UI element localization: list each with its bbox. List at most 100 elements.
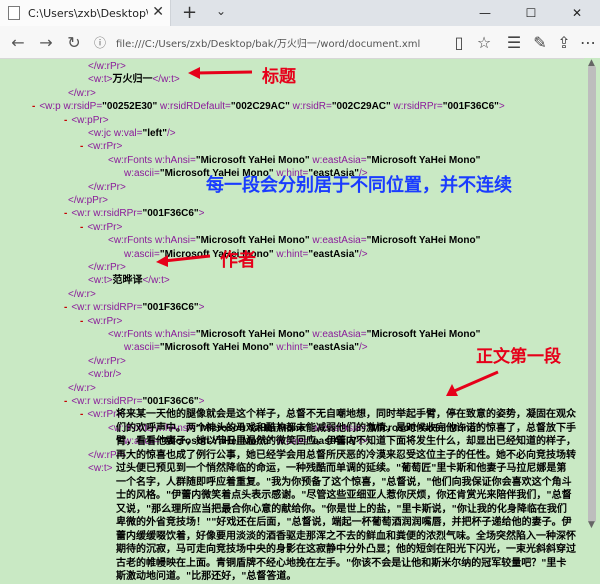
xml-attr: w:rsidP= bbox=[63, 101, 103, 113]
xml-line: w:ascii="Microsoft YaHei Mono" w:hint="e… bbox=[124, 341, 368, 354]
xml-tag: /> bbox=[359, 342, 368, 354]
favorites-list-icon[interactable]: ☰ bbox=[500, 26, 528, 58]
favorite-star-icon[interactable]: ☆ bbox=[470, 26, 498, 58]
xml-line: </w:r> bbox=[68, 288, 96, 301]
xml-attr: w:eastAsia= bbox=[309, 329, 367, 340]
file-info-icon: ⓘ bbox=[93, 35, 106, 50]
xml-line: - <w:r w:rsidRPr="001F36C6"> bbox=[64, 207, 205, 220]
xml-tag: </w:rPr> bbox=[88, 262, 126, 273]
new-tab-button[interactable]: + bbox=[182, 2, 197, 23]
tab-list-chevron-icon[interactable]: ⌄ bbox=[216, 4, 226, 18]
collapse-toggle[interactable]: - bbox=[80, 222, 83, 233]
minimize-button[interactable]: — bbox=[462, 0, 508, 26]
forward-arrow-icon[interactable]: → bbox=[32, 26, 60, 58]
address-bar[interactable]: ⓘ file:///C:/Users/zxb/Desktop/bak/万火归一/… bbox=[92, 30, 472, 54]
xml-line: - <w:rPr> bbox=[80, 315, 122, 328]
xml-tag: </w:r> bbox=[68, 382, 96, 394]
collapse-toggle[interactable]: - bbox=[80, 409, 83, 420]
xml-line: - <w:pPr> bbox=[64, 114, 109, 127]
collapse-toggle[interactable]: - bbox=[64, 302, 67, 313]
xml-tag: </w:t> bbox=[152, 74, 180, 86]
xml-attr: w:hint= bbox=[273, 248, 309, 260]
xml-tag: <w:r bbox=[71, 208, 94, 220]
xml-line: <w:t>范晔译</w:t> bbox=[88, 274, 170, 287]
vertical-scrollbar[interactable]: ▲ ▼ bbox=[584, 58, 600, 530]
xml-val: "Microsoft YaHei Mono" bbox=[195, 154, 310, 166]
xml-val: "Microsoft YaHei Mono" bbox=[195, 329, 310, 340]
collapse-toggle[interactable]: - bbox=[80, 316, 83, 327]
collapse-toggle[interactable]: - bbox=[32, 101, 35, 112]
close-window-button[interactable]: ✕ bbox=[554, 0, 600, 26]
annotation-author: 作者 bbox=[220, 250, 256, 270]
xml-line: - <w:r w:rsidRPr="001F36C6"> bbox=[64, 395, 205, 408]
xml-tag: > bbox=[198, 208, 205, 220]
xml-attr: w:ascii= bbox=[124, 248, 160, 260]
xml-tag: > bbox=[198, 302, 205, 314]
xml-attr: w:ascii= bbox=[124, 342, 160, 354]
xml-attr: w:hAnsi= bbox=[154, 235, 196, 247]
xml-tag: /> bbox=[166, 128, 176, 139]
xml-attr: w:val= bbox=[113, 128, 143, 139]
xml-attr: w:rsidRPr= bbox=[93, 396, 143, 407]
collapse-toggle[interactable]: - bbox=[64, 115, 67, 126]
back-arrow-icon[interactable]: ← bbox=[4, 26, 32, 58]
tab-title: C:\Users\zxb\Desktop\b bbox=[28, 6, 148, 20]
xml-line: <w:rFonts w:hAnsi="Microsoft YaHei Mono"… bbox=[108, 154, 480, 167]
refresh-icon[interactable]: ↻ bbox=[60, 26, 88, 58]
tab-active[interactable]: C:\Users\zxb\Desktop\b ✕ bbox=[0, 0, 171, 26]
xml-tag: <w:rPr> bbox=[87, 221, 123, 233]
xml-line: - <w:p w:rsidP="00252E30" w:rsidRDefault=… bbox=[32, 100, 505, 113]
annotation-title: 标题 bbox=[262, 67, 296, 86]
xml-tag: <w:br/> bbox=[88, 369, 122, 381]
xml-tag: <w:rPr> bbox=[87, 141, 123, 153]
xml-val: "Microsoft YaHei Mono" bbox=[366, 235, 481, 247]
xml-val: "Microsoft YaHei Mono" bbox=[159, 248, 274, 260]
xml-line: </w:rPr> bbox=[88, 261, 126, 274]
paragraph-text: 将来某一天他的腿像就会是这个样子，总督不无自嘲地想，同时举起手臂，停在致意的姿势… bbox=[116, 409, 576, 582]
xml-tag: > bbox=[198, 396, 205, 407]
reading-view-icon[interactable]: ▯ bbox=[445, 26, 473, 58]
xml-attr: w:rsidR= bbox=[289, 101, 332, 113]
xml-tag: <w:t> bbox=[88, 74, 113, 86]
xml-tag: <w:r bbox=[71, 396, 94, 407]
xml-line: - <w:rPr> bbox=[80, 221, 122, 234]
window-controls: — ☐ ✕ bbox=[462, 0, 600, 26]
xml-val: "001F36C6" bbox=[142, 208, 199, 220]
xml-tag: <w:t> bbox=[88, 463, 113, 474]
xml-tag: </w:rPr> bbox=[88, 61, 126, 72]
collapse-toggle[interactable]: - bbox=[64, 208, 67, 219]
document-icon bbox=[8, 6, 20, 20]
xml-tag: </w:t> bbox=[142, 275, 170, 287]
xml-tag: </w:r> bbox=[68, 288, 96, 300]
xml-val: "eastAsia" bbox=[308, 342, 359, 354]
xml-attr: w:eastAsia= bbox=[309, 154, 367, 166]
xml-tag: <w:p bbox=[39, 101, 64, 113]
xml-line: <w:rFonts w:hAnsi="Microsoft YaHei Mono"… bbox=[108, 234, 480, 247]
scroll-down-icon[interactable]: ▼ bbox=[588, 520, 595, 530]
collapse-toggle[interactable]: - bbox=[64, 396, 67, 407]
xml-line: </w:rPr> bbox=[88, 60, 126, 73]
xml-line: </w:r> bbox=[68, 382, 96, 395]
maximize-button[interactable]: ☐ bbox=[508, 0, 554, 26]
xml-line: </w:pPr> bbox=[68, 194, 108, 207]
tab-close-button[interactable]: ✕ bbox=[152, 4, 164, 20]
scroll-thumb[interactable] bbox=[588, 66, 596, 522]
xml-attr: w:eastAsia= bbox=[309, 235, 367, 247]
xml-val: "Microsoft YaHei Mono" bbox=[366, 154, 481, 166]
xml-val: "001F36C6" bbox=[142, 396, 199, 407]
xml-tag: </w:pPr> bbox=[68, 195, 109, 206]
more-menu-icon[interactable]: ⋯ bbox=[574, 26, 600, 58]
xml-tag: </w:rPr> bbox=[88, 181, 126, 193]
xml-tag: <w:r bbox=[71, 302, 94, 314]
xml-tag: /> bbox=[359, 248, 368, 260]
xml-attr: w:hAnsi= bbox=[154, 329, 196, 340]
url-text[interactable]: file:///C:/Users/zxb/Desktop/bak/万火归一/wo… bbox=[116, 35, 446, 50]
xml-tag: <w:rFonts bbox=[108, 329, 155, 340]
xml-tag: <w:jc bbox=[88, 128, 114, 139]
xml-line: </w:rPr> bbox=[88, 181, 126, 194]
xml-tag: </w:rPr> bbox=[88, 355, 126, 367]
collapse-toggle[interactable]: - bbox=[80, 141, 83, 152]
xml-attr: w:rsidRPr= bbox=[93, 302, 143, 314]
xml-line: - <w:rPr> bbox=[80, 140, 122, 153]
annotation-each-paragraph: 每一段会分别居于不同位置，并不连续 bbox=[206, 175, 512, 195]
